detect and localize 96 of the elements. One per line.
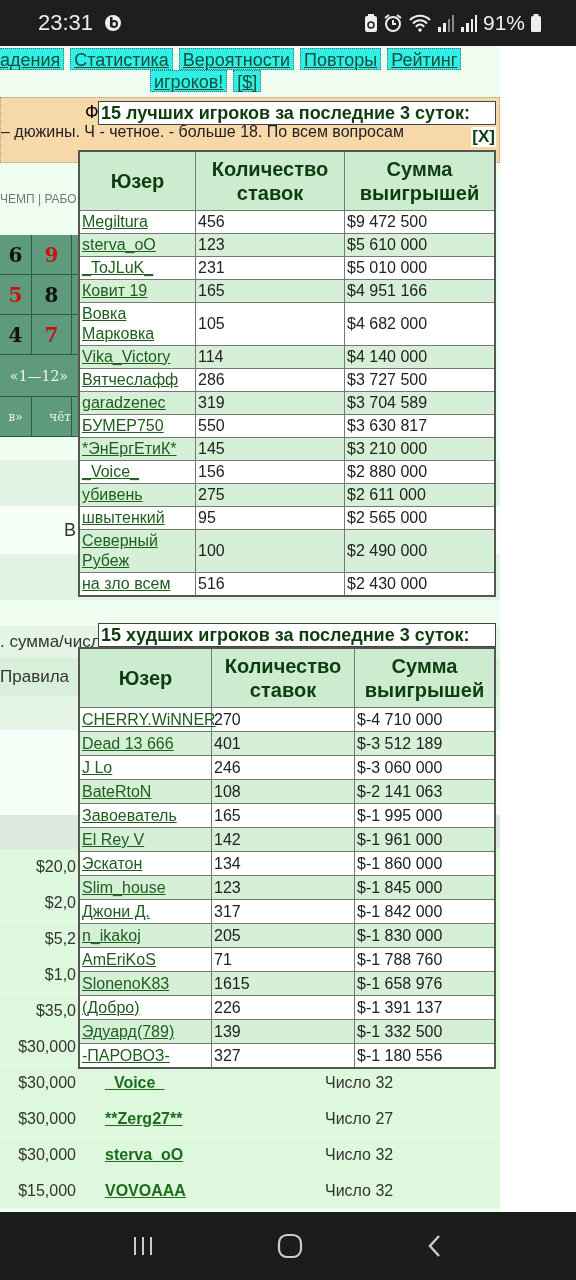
- table-cell: 145: [195, 437, 345, 461]
- bet-amount: $30,000: [17, 1145, 76, 1164]
- column-header: Количество ставок: [211, 648, 355, 708]
- column-label: Правила: [0, 667, 70, 687]
- table-cell: $-1 830 000: [354, 923, 495, 948]
- table-cell: 123: [195, 233, 345, 257]
- bet-amount: $2,0: [43, 893, 76, 912]
- popup-title: 15 худших игроков за последние 3 суток:: [98, 623, 496, 647]
- nav-tab[interactable]: [$]: [233, 70, 262, 92]
- bet-type: Число 32: [325, 1181, 394, 1200]
- table-cell: 226: [211, 995, 355, 1020]
- column-header: Юзер: [79, 151, 196, 211]
- app-icon: [104, 14, 123, 32]
- table-cell: 231: [195, 256, 345, 280]
- table-cell: $-1 961 000: [354, 827, 495, 852]
- user-link[interactable]: _Voice_: [105, 1073, 325, 1092]
- table-cell: $4 951 166: [344, 279, 495, 303]
- table-cell: 95: [195, 506, 345, 530]
- bet-amount: $15,000: [17, 1181, 76, 1200]
- table-cell: $4 140 000: [344, 345, 495, 369]
- bet-amount: $20,0: [34, 857, 76, 876]
- wifi-icon: [407, 13, 432, 33]
- user-link[interactable]: J Lo: [82, 759, 113, 776]
- table-cell: 1615: [211, 971, 355, 996]
- nav-tab[interactable]: Повторы: [300, 48, 382, 70]
- table-cell: 246: [211, 755, 355, 780]
- table-cell: 142: [211, 827, 355, 852]
- table-cell: 105: [195, 302, 345, 346]
- close-button[interactable]: [X]: [471, 127, 496, 147]
- table-cell: 165: [211, 803, 355, 828]
- signal-icon: [436, 13, 455, 33]
- table-cell: $-1 332 500: [354, 1019, 495, 1044]
- nav-tab[interactable]: адения: [0, 48, 65, 70]
- table-cell: 550: [195, 414, 345, 438]
- menu-links: ЧЕМП | РАБО: [0, 192, 77, 206]
- signal-icon: [459, 13, 478, 33]
- bet-type: Число 27: [325, 1109, 394, 1128]
- table-cell: 317: [211, 899, 355, 924]
- battery-saver-icon: [363, 13, 378, 33]
- table-cell: 456: [195, 210, 345, 234]
- table-cell: $5 610 000: [344, 233, 495, 257]
- table-cell: 205: [211, 923, 355, 948]
- recent-apps-icon[interactable]: [131, 1235, 154, 1257]
- nav-tab[interactable]: Рейтинг: [387, 48, 462, 70]
- notice-text: – дюжины. Ч - четное. - больше 18. По всем вопросам: [1, 123, 404, 142]
- table-cell: 139: [211, 1019, 355, 1044]
- user-link[interactable]: **Zerg27**: [105, 1109, 325, 1128]
- user-link[interactable]: sterva_oO: [105, 1145, 325, 1164]
- bet-amount: $5,2: [43, 929, 76, 948]
- table-cell: 123: [211, 875, 355, 900]
- user-link[interactable]: VOVOAAA: [105, 1181, 325, 1200]
- row-text: В: [64, 519, 76, 541]
- notice-heading: Ф: [84, 102, 99, 122]
- table-cell: 165: [195, 279, 345, 303]
- bet-type: Число 32: [325, 1145, 394, 1164]
- table-cell: 275: [195, 483, 345, 507]
- table-cell: 114: [195, 345, 345, 369]
- table-cell: $-3 512 189: [354, 731, 495, 756]
- home-icon[interactable]: [277, 1233, 303, 1259]
- table-cell: $-2 141 063: [354, 779, 495, 804]
- battery-percent: 91%: [482, 11, 525, 35]
- table-cell: 286: [195, 368, 345, 392]
- table-cell: 156: [195, 460, 345, 484]
- table-cell: $-1 845 000: [354, 875, 495, 900]
- battery-icon: [530, 13, 542, 33]
- popup-title: 15 лучших игроков за последние 3 суток:: [98, 101, 496, 125]
- table-cell: 401: [211, 731, 355, 756]
- table-cell: $-1 658 976: [354, 971, 495, 996]
- number-cell[interactable]: 8: [32, 275, 72, 314]
- nav-tab[interactable]: игроков!: [150, 70, 228, 92]
- number-cell[interactable]: 6: [0, 235, 32, 274]
- nav-tab[interactable]: Статистика: [70, 48, 173, 70]
- column-header: Юзер: [79, 648, 212, 708]
- table-cell: 71: [211, 947, 355, 972]
- status-time: 23:31: [38, 10, 94, 36]
- bet-amount: $30,000: [17, 1109, 76, 1128]
- table-cell: 108: [211, 779, 355, 804]
- table-cell: 134: [211, 851, 355, 876]
- table-cell: $2 490 000: [344, 529, 495, 573]
- bet-amount: $35,0: [34, 1001, 76, 1020]
- bet-amount: $1,0: [43, 965, 76, 984]
- table-cell: 100: [195, 529, 345, 573]
- column-header: Сумма выигрышей: [354, 648, 495, 708]
- alarm-icon: [382, 13, 403, 33]
- bet-amount: $30,000: [17, 1037, 76, 1056]
- table-cell: $2 611 000: [344, 483, 495, 507]
- bet-type: Число 32: [325, 1073, 394, 1092]
- column-header: Сумма выигрышей: [344, 151, 495, 211]
- bet-amount: $30,000: [17, 1073, 76, 1092]
- table-cell: $3 704 589: [344, 391, 495, 415]
- table-cell: $3 210 000: [344, 437, 495, 461]
- column-header: Количество ставок: [195, 151, 345, 211]
- number-cell[interactable]: 4: [0, 315, 32, 354]
- table-cell: 327: [211, 1043, 355, 1068]
- table-cell: 319: [195, 391, 345, 415]
- nav-tab[interactable]: Вероятности: [178, 48, 295, 70]
